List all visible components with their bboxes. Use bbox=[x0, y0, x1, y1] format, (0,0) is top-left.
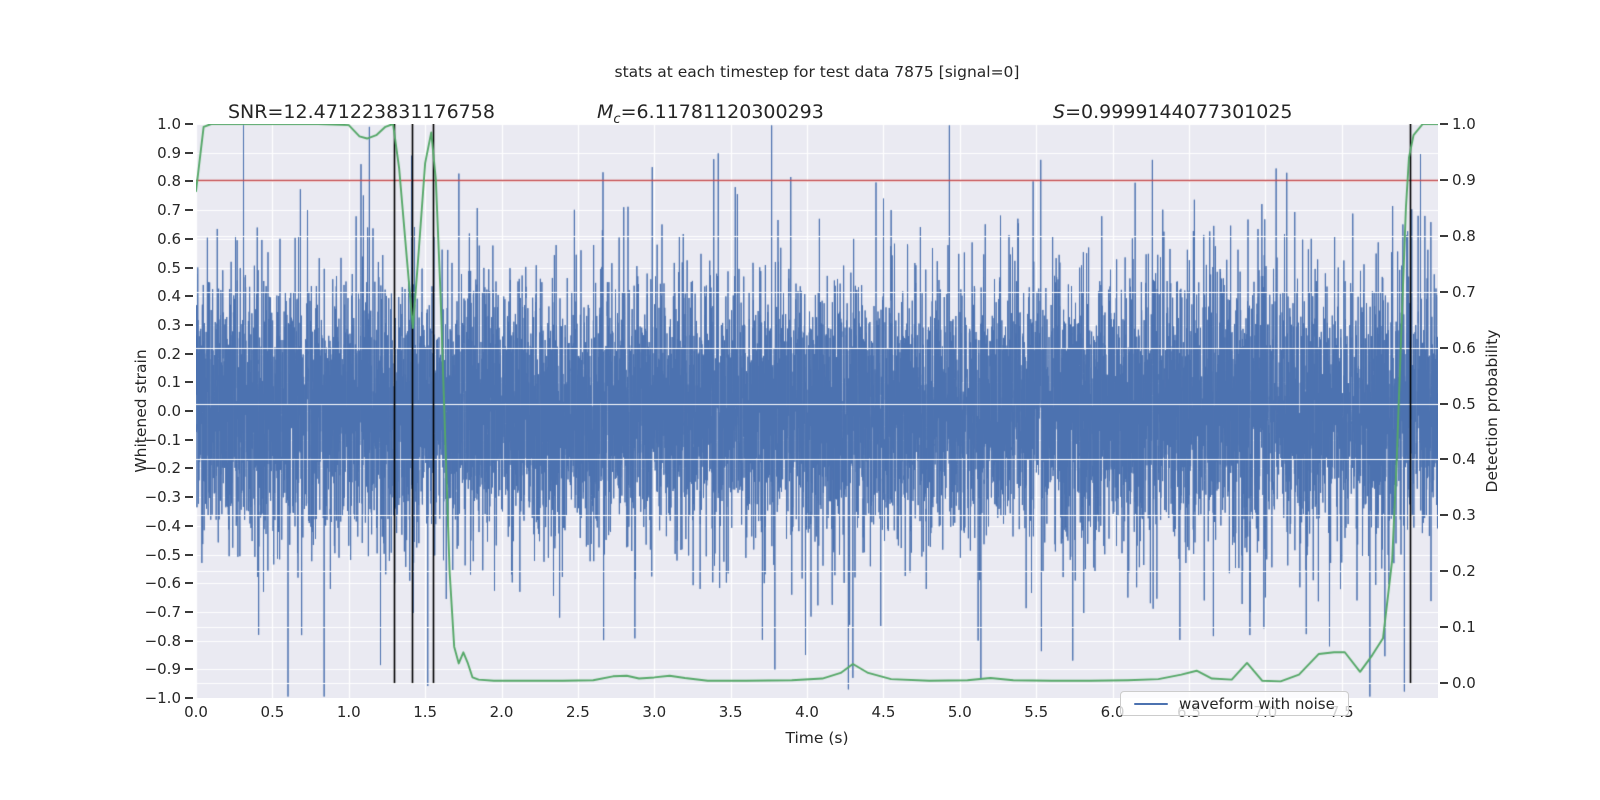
x-tick: 0.0 bbox=[184, 703, 208, 721]
y-tick-right-mark bbox=[1440, 178, 1448, 181]
annotation-mc-symbol: M bbox=[597, 101, 614, 123]
y-tick-left-mark bbox=[185, 524, 193, 527]
x-tick: 3.0 bbox=[642, 703, 667, 721]
legend: waveform with noise bbox=[1120, 691, 1349, 716]
y-tick-left-mark bbox=[185, 639, 193, 642]
y-tick-right: 0.1 bbox=[1452, 618, 1476, 637]
annotation-mc-value: =6.11781120300293 bbox=[620, 101, 824, 123]
y-tick-left-mark bbox=[185, 467, 193, 470]
y-tick-left-mark bbox=[185, 352, 193, 355]
annotation-snr: SNR=12.471223831176758 bbox=[228, 101, 495, 123]
y-tick-left: 0.6 bbox=[157, 229, 181, 248]
annotation-s-value: =0.9999144077301025 bbox=[1065, 101, 1293, 123]
annotation-statistic: S=0.9999144077301025 bbox=[1053, 101, 1293, 123]
y-tick-left-mark bbox=[185, 151, 193, 154]
y-tick-right-mark bbox=[1440, 458, 1448, 461]
y-tick-right: 0.3 bbox=[1452, 506, 1476, 525]
y-tick-left-mark bbox=[185, 668, 193, 671]
y-tick-left-mark bbox=[185, 582, 193, 585]
x-tick: 5.0 bbox=[947, 703, 972, 721]
x-tick: 2.5 bbox=[565, 703, 590, 721]
y-tick-left: 0.9 bbox=[157, 143, 181, 162]
legend-waveform-line-icon bbox=[1134, 702, 1168, 705]
y-tick-left: 0.7 bbox=[157, 201, 181, 220]
y-tick-right: 0.2 bbox=[1452, 562, 1476, 581]
y-tick-left-mark bbox=[185, 610, 193, 613]
y-tick-left: 0.3 bbox=[157, 315, 181, 334]
x-tick: 5.5 bbox=[1024, 703, 1049, 721]
y-tick-right-mark bbox=[1440, 626, 1448, 629]
x-tick: 0.5 bbox=[260, 703, 285, 721]
y-tick-left: −0.8 bbox=[144, 631, 181, 650]
y-tick-left-mark bbox=[185, 697, 193, 699]
y-tick-left-mark bbox=[185, 496, 193, 499]
x-tick: 1.0 bbox=[336, 703, 361, 721]
y-tick-right-mark bbox=[1440, 402, 1448, 405]
plot-area bbox=[196, 124, 1438, 698]
y-tick-left-mark bbox=[185, 323, 193, 326]
y-tick-left-mark bbox=[185, 438, 193, 441]
y-tick-left: 0.4 bbox=[157, 287, 181, 306]
y-tick-left: −0.4 bbox=[144, 516, 181, 535]
y-axis-label-right: Detection probability bbox=[1483, 329, 1501, 493]
y-tick-right-mark bbox=[1440, 346, 1448, 349]
annotation-chirp-mass: Mc=6.11781120300293 bbox=[597, 101, 824, 127]
y-tick-right: 0.9 bbox=[1452, 170, 1476, 189]
y-tick-right-mark bbox=[1440, 570, 1448, 573]
y-tick-right: 1.0 bbox=[1452, 115, 1476, 133]
y-tick-left-mark bbox=[185, 410, 193, 412]
y-tick-left: −0.6 bbox=[144, 574, 181, 593]
y-tick-left-mark bbox=[185, 209, 193, 212]
x-tick: 4.0 bbox=[795, 703, 819, 721]
x-tick: 4.5 bbox=[871, 703, 896, 721]
x-axis-label: Time (s) bbox=[785, 729, 849, 747]
y-tick-right-mark bbox=[1440, 290, 1448, 293]
x-tick: 2.0 bbox=[489, 703, 514, 721]
y-tick-left-mark bbox=[185, 295, 193, 298]
y-tick-left: 0.5 bbox=[157, 258, 181, 277]
annotation-snr-text: SNR=12.471223831176758 bbox=[228, 101, 495, 123]
y-tick-right-mark bbox=[1440, 234, 1448, 237]
y-tick-left-mark bbox=[185, 381, 193, 384]
chart-title: stats at each timestep for test data 787… bbox=[614, 63, 1020, 81]
legend-waveform-label: waveform with noise bbox=[1179, 694, 1335, 713]
y-tick-right: 0.7 bbox=[1452, 282, 1476, 301]
y-tick-left: 0.8 bbox=[157, 172, 181, 191]
y-tick-left-mark bbox=[185, 237, 193, 240]
y-tick-right: 0.8 bbox=[1452, 226, 1476, 245]
y-tick-left: −0.5 bbox=[144, 545, 181, 564]
y-tick-left-mark bbox=[185, 553, 193, 556]
y-tick-right: 0.0 bbox=[1452, 674, 1476, 693]
y-tick-left: −0.3 bbox=[144, 488, 181, 507]
y-tick-left: −0.9 bbox=[144, 660, 181, 679]
x-tick: 3.5 bbox=[718, 703, 743, 721]
y-axis-label-left: Whitened strain bbox=[132, 349, 150, 473]
y-tick-left-mark bbox=[185, 180, 193, 183]
y-tick-left-mark bbox=[185, 266, 193, 269]
x-tick: 1.5 bbox=[413, 703, 438, 721]
y-tick-left: 1.0 bbox=[157, 115, 181, 133]
y-tick-right-mark bbox=[1440, 514, 1448, 517]
y-tick-left: −0.7 bbox=[144, 602, 181, 621]
figure: stats at each timestep for test data 787… bbox=[0, 0, 1600, 800]
y-tick-left-mark bbox=[185, 123, 193, 125]
y-tick-right-mark bbox=[1440, 682, 1448, 685]
annotation-s-symbol: S bbox=[1053, 101, 1066, 123]
y-tick-right-mark bbox=[1440, 123, 1448, 125]
